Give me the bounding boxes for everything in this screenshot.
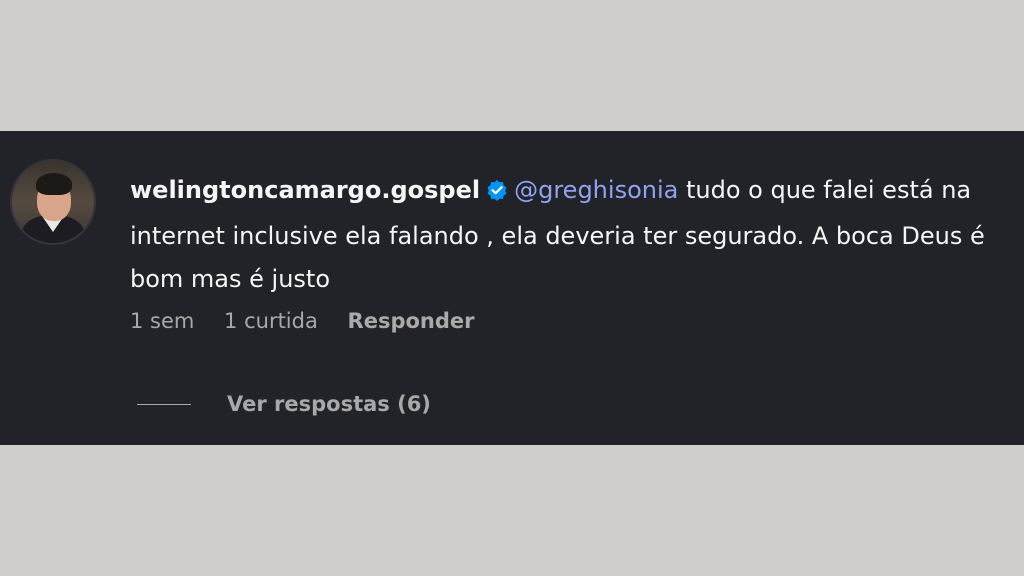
comment-likes[interactable]: 1 curtida: [224, 309, 318, 333]
replies-divider-line: [137, 403, 191, 405]
verified-badge-icon: [486, 172, 508, 215]
comment-time: 1 sem: [130, 309, 195, 333]
comment-panel: welingtoncamargo.gospel @greghisonia tudo…: [0, 131, 1024, 445]
avatar-hair: [36, 173, 72, 195]
comment-body: welingtoncamargo.gospel @greghisonia tudo…: [130, 169, 1010, 301]
avatar[interactable]: [12, 161, 94, 243]
comment-username[interactable]: welingtoncamargo.gospel: [130, 176, 480, 204]
comment-meta: 1 sem 1 curtida Responder: [130, 309, 498, 333]
comment-mention-link[interactable]: @greghisonia: [514, 176, 678, 204]
view-replies-button[interactable]: Ver respostas (6): [137, 389, 431, 419]
view-replies-label: Ver respostas (6): [227, 392, 431, 416]
reply-button[interactable]: Responder: [348, 309, 475, 333]
